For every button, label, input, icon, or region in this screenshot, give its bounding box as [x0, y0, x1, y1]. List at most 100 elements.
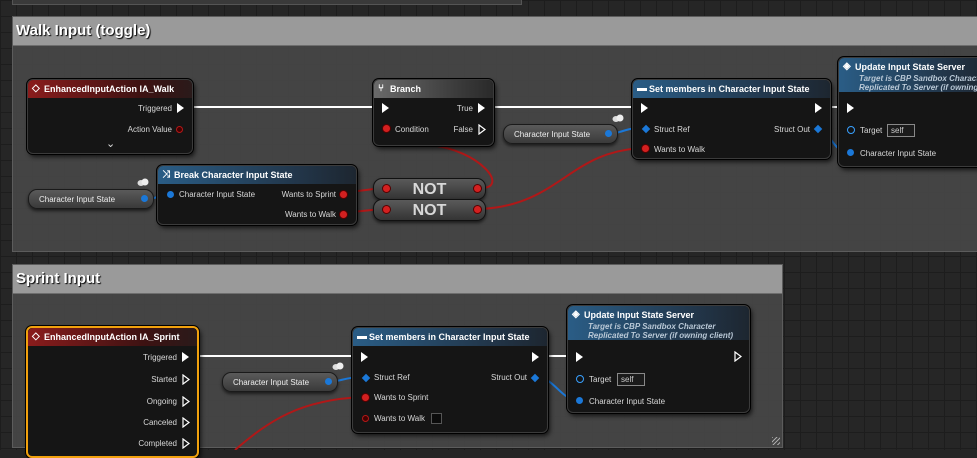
target-self-field[interactable]: self — [617, 373, 645, 386]
exec-ongoing-pin[interactable] — [182, 396, 191, 407]
branch-node[interactable]: ⑂ Branch True Condition False — [373, 79, 494, 146]
exec-in-pin[interactable] — [641, 103, 648, 113]
struct-out-pin[interactable] — [530, 373, 540, 383]
event-node-ia-sprint[interactable]: ◇ EnhancedInputAction IA_Sprint Triggere… — [26, 326, 199, 458]
struct-out-pin[interactable] — [605, 130, 612, 137]
reroute-character-input-state[interactable]: Character Input State — [222, 372, 338, 392]
wants-to-sprint-pin[interactable] — [340, 191, 347, 198]
exec-completed-pin[interactable] — [182, 438, 191, 449]
not-out-pin[interactable] — [474, 206, 481, 213]
node-header[interactable]: ◇ EnhancedInputAction IA_Sprint — [28, 328, 197, 346]
reroute-label: Character Input State — [514, 130, 591, 139]
set-members-node[interactable]: ▬ Set members in Character Input State S… — [632, 79, 831, 159]
pin-label-wants-to-walk: Wants to Walk — [654, 145, 705, 154]
expand-chevron-icon[interactable]: ⌄ — [106, 137, 115, 150]
reroute-label: Character Input State — [233, 378, 310, 387]
cloud-icon — [332, 362, 344, 370]
wants-to-walk-checkbox[interactable] — [431, 413, 442, 424]
not-node[interactable]: NOT — [373, 178, 486, 200]
pin-label-started: Started — [151, 375, 177, 384]
update-input-state-server-node[interactable]: ◈ Update Input State Server Target is CB… — [567, 305, 750, 413]
node-title: EnhancedInputAction IA_Sprint — [44, 332, 180, 342]
reroute-character-input-state[interactable]: Character Input State — [28, 189, 154, 209]
action-value-pin[interactable] — [176, 126, 183, 133]
update-input-state-server-node[interactable]: ◈ Update Input State Server Target is CB… — [838, 57, 977, 167]
node-title: Branch — [390, 84, 422, 94]
character-input-state-pin[interactable] — [847, 149, 854, 156]
pin-label-struct-ref: Struct Ref — [374, 373, 410, 382]
character-input-state-pin[interactable] — [576, 397, 583, 404]
event-diamond-icon: ◇ — [32, 331, 40, 342]
node-header[interactable]: ◈ Update Input State Server Target is CB… — [839, 58, 977, 92]
node-header[interactable]: ⑂ Branch — [374, 80, 493, 98]
node-title: Set members in Character Input State — [649, 84, 810, 94]
condition-pin[interactable] — [383, 125, 390, 132]
resize-grip[interactable] — [772, 437, 780, 445]
not-out-pin[interactable] — [474, 185, 481, 192]
break-struct-node[interactable]: ⤨ Break Character Input State Character … — [157, 165, 357, 225]
struct-out-pin[interactable] — [325, 378, 332, 385]
comment-header[interactable] — [13, 17, 977, 46]
pin-label-target: Target — [860, 126, 883, 135]
exec-canceled-pin[interactable] — [182, 417, 191, 428]
wants-to-sprint-pin[interactable] — [362, 394, 369, 401]
exec-in-pin[interactable] — [382, 103, 389, 113]
node-title: EnhancedInputAction IA_Walk — [44, 84, 175, 94]
exec-true-pin[interactable] — [478, 103, 485, 113]
target-pin[interactable] — [847, 126, 855, 134]
not-label: NOT — [412, 181, 447, 198]
struct-ref-pin[interactable] — [641, 124, 651, 134]
wants-to-walk-pin[interactable] — [642, 145, 649, 152]
exec-triggered-pin[interactable] — [182, 352, 189, 362]
node-header[interactable]: ◈ Update Input State Server Target is CB… — [568, 306, 749, 340]
pin-label-character-input-state: Character Input State — [589, 397, 666, 406]
pin-label-wants-to-sprint: Wants to Sprint — [281, 190, 336, 199]
struct-in-pin[interactable] — [167, 191, 174, 198]
wants-to-walk-pin[interactable] — [362, 415, 369, 422]
not-node[interactable]: NOT — [373, 199, 486, 221]
function-icon: ◈ — [843, 61, 851, 72]
pin-label-canceled: Canceled — [143, 418, 177, 427]
exec-started-pin[interactable] — [182, 374, 191, 385]
exec-false-pin[interactable] — [478, 124, 487, 135]
node-header[interactable]: ⤨ Break Character Input State — [158, 166, 356, 184]
struct-out-pin[interactable] — [813, 124, 823, 134]
node-subtitle: Target is CBP Sandbox Character — [588, 322, 716, 331]
node-subtitle: Replicated To Server (if owning client) — [588, 331, 734, 340]
exec-in-pin[interactable] — [576, 352, 583, 362]
node-header[interactable]: ◇ EnhancedInputAction IA_Walk — [28, 80, 192, 98]
struct-out-pin[interactable] — [141, 195, 148, 202]
exec-in-pin[interactable] — [847, 103, 854, 113]
node-subtitle: Target is CBP Sandbox Character — [859, 74, 977, 83]
exec-out-pin[interactable] — [734, 351, 743, 362]
exec-in-pin[interactable] — [361, 352, 368, 362]
wants-to-walk-pin[interactable] — [340, 211, 347, 218]
reroute-character-input-state[interactable]: Character Input State — [503, 124, 618, 144]
node-subtitle: Replicated To Server (if owning client) — [859, 83, 977, 92]
exec-out-pin[interactable] — [815, 103, 822, 113]
comment-title: Sprint Input — [16, 270, 101, 287]
exec-out-pin[interactable] — [177, 103, 184, 113]
pin-label-condition: Condition — [395, 125, 429, 134]
set-members-node[interactable]: ▬ Set members in Character Input State S… — [352, 327, 548, 433]
node-header[interactable]: ▬ Set members in Character Input State — [633, 80, 830, 98]
node-title: Update Input State Server — [584, 310, 695, 320]
pin-label-wants-to-walk: Wants to Walk — [285, 210, 336, 219]
pin-label-character-input-state: Character Input State — [179, 190, 256, 199]
target-pin[interactable] — [576, 375, 584, 383]
pin-label-ongoing: Ongoing — [146, 397, 177, 406]
not-label: NOT — [412, 202, 447, 219]
pin-label-triggered: Triggered — [143, 353, 177, 362]
exec-out-pin[interactable] — [532, 352, 539, 362]
pin-label-struct-ref: Struct Ref — [654, 125, 690, 134]
node-title: Break Character Input State — [174, 170, 293, 180]
pin-label-struct-out: Struct Out — [773, 125, 810, 134]
cloud-icon — [137, 178, 149, 186]
event-node-ia-walk[interactable]: ◇ EnhancedInputAction IA_Walk Triggered … — [27, 79, 193, 154]
pin-label-triggered: Triggered — [138, 104, 172, 113]
function-icon: ◈ — [572, 309, 580, 320]
node-header[interactable]: ▬ Set members in Character Input State — [353, 328, 547, 346]
struct-ref-pin[interactable] — [361, 373, 371, 383]
target-self-field[interactable]: self — [887, 124, 915, 137]
comment-header[interactable] — [13, 265, 782, 294]
